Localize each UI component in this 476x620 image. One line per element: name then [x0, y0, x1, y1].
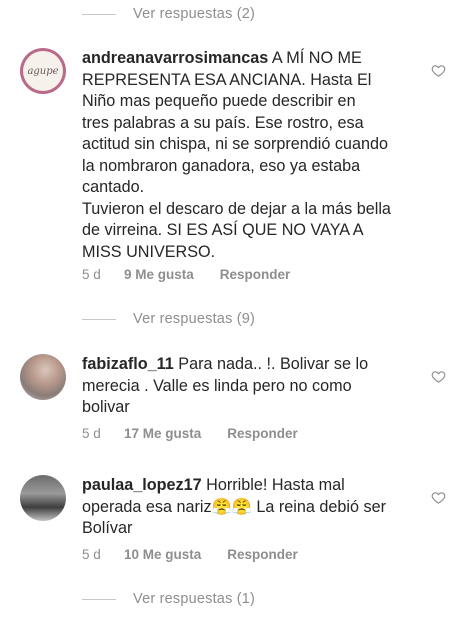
comment-meta: 5 d 17 Me gusta Responder — [82, 426, 298, 441]
likes-count-button[interactable]: 17 Me gusta — [124, 426, 201, 441]
comment-line: REPRESENTA ESA ANCIANA. Hasta El — [82, 70, 372, 89]
divider-line — [82, 13, 116, 15]
likes-count-button[interactable]: 9 Me gusta — [124, 267, 194, 282]
comment-line: MISS UNIVERSO. — [82, 242, 216, 261]
comment-text: paulaa_lopez17 Horrible! Hasta mal opera… — [82, 475, 412, 540]
heart-outline-icon[interactable] — [431, 369, 446, 384]
comment-line: bolivar — [82, 398, 130, 416]
comment-time: 5 d — [82, 426, 101, 441]
view-replies-button[interactable]: Ver respuestas (1) — [82, 587, 255, 611]
avatar[interactable] — [20, 475, 66, 521]
avatar[interactable] — [20, 354, 66, 400]
heart-outline-icon[interactable] — [431, 63, 446, 78]
comment-line: la nombraron ganadora, eso ya estaba — [82, 156, 361, 175]
reply-button[interactable]: Responder — [227, 426, 298, 441]
comment-time: 5 d — [82, 267, 101, 282]
divider-line — [82, 598, 116, 600]
comment-line: Bolívar — [82, 519, 133, 537]
comment-username[interactable]: paulaa_lopez17 — [82, 476, 202, 494]
avatar-logo-text: agupe — [27, 65, 59, 77]
comment-line: Tuvieron el descaro de dejar a la más be… — [82, 199, 391, 218]
comment-line: Horrible! Hasta mal — [206, 476, 345, 494]
view-replies-label: Ver respuestas (1) — [133, 591, 256, 607]
comment-text: fabizaflo_11 Para nada.. !. Bolivar se l… — [82, 354, 412, 419]
avatar[interactable]: agupe — [20, 48, 66, 94]
comment-time: 5 d — [82, 547, 101, 562]
divider-line — [82, 318, 116, 320]
comment-meta: 5 d 9 Me gusta Responder — [82, 267, 290, 282]
comment-line: Niño mas pequeño puede describir en — [82, 92, 356, 110]
comment-line: A MÍ NO ME — [271, 49, 362, 67]
comment-line: merecia . Valle es linda pero no como — [82, 376, 352, 395]
view-replies-label: Ver respuestas (2) — [133, 6, 256, 22]
comment-username[interactable]: fabizaflo_11 — [82, 355, 174, 373]
comment-line: cantado. — [82, 178, 145, 196]
comment-text: andreanavarrosimancas A MÍ NO ME REPRESE… — [82, 48, 412, 263]
comment-line: operada esa nariz😤😤 La reina debió ser — [82, 497, 386, 516]
view-replies-button[interactable]: Ver respuestas (9) — [82, 307, 255, 331]
reply-button[interactable]: Responder — [227, 547, 298, 562]
likes-count-button[interactable]: 10 Me gusta — [124, 547, 201, 562]
comment-line: actitud sin chispa, ni se sorprendió cua… — [82, 135, 388, 153]
comment-line: tres palabras a su país. Ese rostro, esa — [82, 113, 364, 132]
reply-button[interactable]: Responder — [220, 267, 291, 282]
view-replies-label: Ver respuestas (9) — [133, 311, 256, 327]
view-replies-button[interactable]: Ver respuestas (2) — [82, 2, 255, 26]
comment-meta: 5 d 10 Me gusta Responder — [82, 547, 298, 562]
heart-outline-icon[interactable] — [431, 490, 446, 505]
comment-line: de virreina. SI ES ASÍ QUE NO VAYA A — [82, 221, 364, 239]
comment-username[interactable]: andreanavarrosimancas — [82, 49, 268, 67]
comment-line: Para nada.. !. Bolivar se lo — [178, 355, 369, 373]
